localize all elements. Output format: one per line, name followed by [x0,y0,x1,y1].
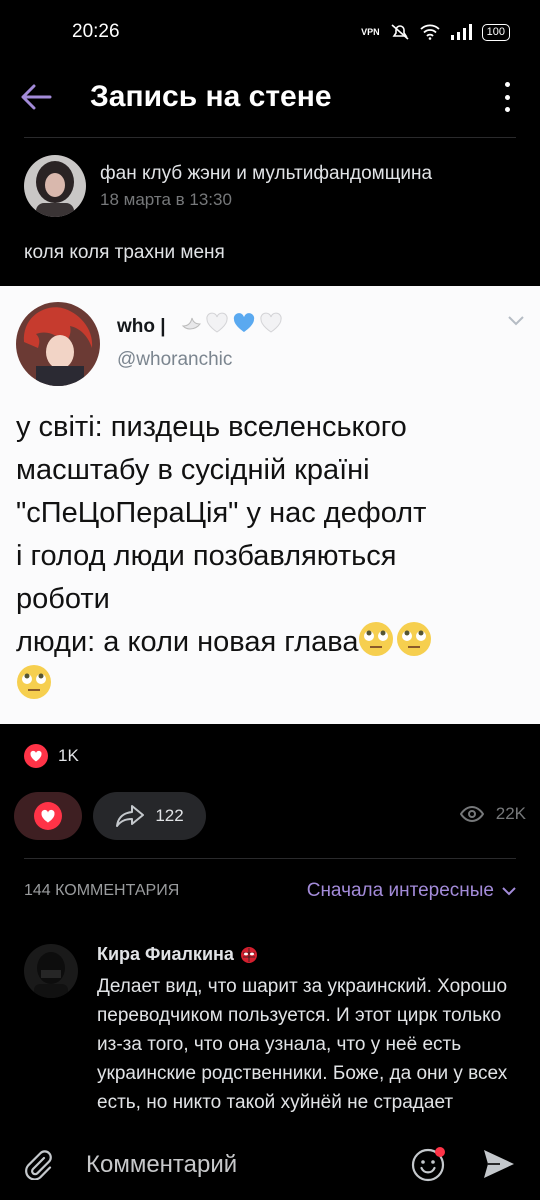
battery-icon: 100 [481,23,510,41]
comment-author-name: Кира Фиалкина [97,944,234,964]
more-options-button[interactable] [502,82,512,112]
post-author[interactable]: фан клуб жэни и мультифандомщина 18 март… [24,155,432,217]
tweet-handle: @whoranchic [117,349,233,370]
emoji-button[interactable] [410,1146,446,1187]
tweet-line-text: люди: а коли новая глава [16,626,359,658]
chevron-down-icon [502,886,516,895]
wifi-icon [420,24,440,40]
comment-avatar[interactable] [24,944,78,998]
tweet-author-name: who | [117,316,166,337]
views-count: 22K [495,804,526,823]
status-icons: VPN 100 [361,23,510,41]
status-bar: 20:26 VPN 100 [0,0,540,64]
more-dot-icon [504,82,510,87]
likes-summary[interactable]: 1K [24,744,79,768]
sort-label: Сначала интересные [306,880,494,901]
spider-badge-icon [240,946,257,963]
views-counter: 22K [459,804,526,824]
post-date: 18 марта в 13:30 [100,189,232,209]
comments-count: 144 КОММЕНТАРИЯ [24,882,180,899]
comment-item: Кира Фиалкина Делает вид, что шарит за у… [24,940,524,1126]
dove-icon [181,317,201,330]
sort-comments-button[interactable]: Сначала интересные [307,880,516,902]
comment-input[interactable] [86,1150,386,1180]
header-divider [24,137,516,138]
comment-composer [0,1126,540,1200]
tweet-line: і голод люди позбавляються [16,540,397,572]
status-time: 20:26 [72,21,120,42]
arrow-left-icon [21,84,52,110]
share-count: 122 [155,806,184,825]
page-title: Запись на стене [90,80,332,113]
chevron-down-icon [508,316,524,326]
tweet-line: роботи [16,583,110,615]
more-dot-icon [504,94,510,100]
author-avatar[interactable] [24,155,86,217]
back-button[interactable] [0,64,72,130]
more-dot-icon [504,107,510,112]
share-button[interactable]: 122 [93,792,206,840]
share-arrow-icon [116,805,145,827]
comments-header: 144 КОММЕНТАРИЯ Сначала интересные [24,880,516,902]
paperclip-icon [25,1150,52,1181]
tweet-line [16,664,516,707]
app-header: Запись на стене [0,64,540,130]
post-text: коля коля трахни меня [24,242,225,263]
tweet-line: "сПеЦоПераЦія" у нас дефолт [16,497,427,529]
tweet-text: у світі: пиздець вселенського масштабу в… [16,406,516,707]
tweet-line: люди: а коли новая глава [16,621,516,664]
comment-author[interactable]: Кира Фиалкина [97,944,258,965]
tweet-avatar [16,302,100,386]
tweet-name-emojis [180,312,283,334]
attach-button[interactable] [22,1148,54,1185]
send-button[interactable] [482,1148,516,1185]
post-actions: 122 22K [14,792,526,840]
send-icon [484,1150,514,1178]
eye-roll-emoji-icon [17,665,51,699]
signal-icon [450,24,472,40]
author-name[interactable]: фан клуб жэни и мультифандомщина [100,163,432,185]
post-image[interactable]: who | @whoranchic у світі: пиздець вселе… [0,286,540,724]
author-meta: фан клуб жэни и мультифандомщина 18 март… [100,163,432,210]
eye-roll-emoji-icon [397,622,432,656]
white-heart-icon [260,312,282,333]
heart-badge-icon [24,744,48,768]
white-heart-icon [206,312,228,333]
tweet-line: масштабу в сусідній країні [16,454,370,486]
heart-icon [34,802,62,830]
eye-roll-emoji-icon [359,622,394,656]
blue-heart-icon [233,313,255,332]
comment-text: Делает вид, что шарит за украинский. Хор… [97,976,508,1113]
likes-count: 1K [58,746,79,765]
actions-divider [24,858,516,859]
like-button[interactable] [14,792,82,840]
smiley-icon [411,1147,445,1182]
eye-icon [459,806,484,822]
tweet-line: у світі: пиздець вселенського [16,411,407,443]
vpn-icon: VPN [361,27,380,37]
mute-icon [391,24,409,40]
